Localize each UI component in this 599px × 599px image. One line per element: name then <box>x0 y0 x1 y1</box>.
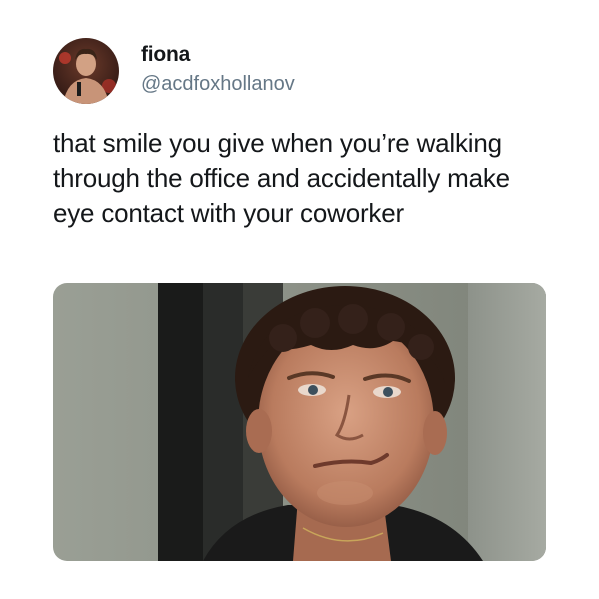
avatar-photo <box>53 38 119 104</box>
tweet-media[interactable] <box>53 283 546 561</box>
user-handle[interactable]: @acdfoxhollanov <box>141 73 295 96</box>
tweet-text: that smile you give when you’re walking … <box>53 128 510 228</box>
display-name[interactable]: fiona <box>141 43 190 67</box>
avatar[interactable] <box>53 38 119 104</box>
tweet-card: fiona @acdfoxhollanov that smile you giv… <box>0 0 599 599</box>
media-photo <box>53 283 546 561</box>
